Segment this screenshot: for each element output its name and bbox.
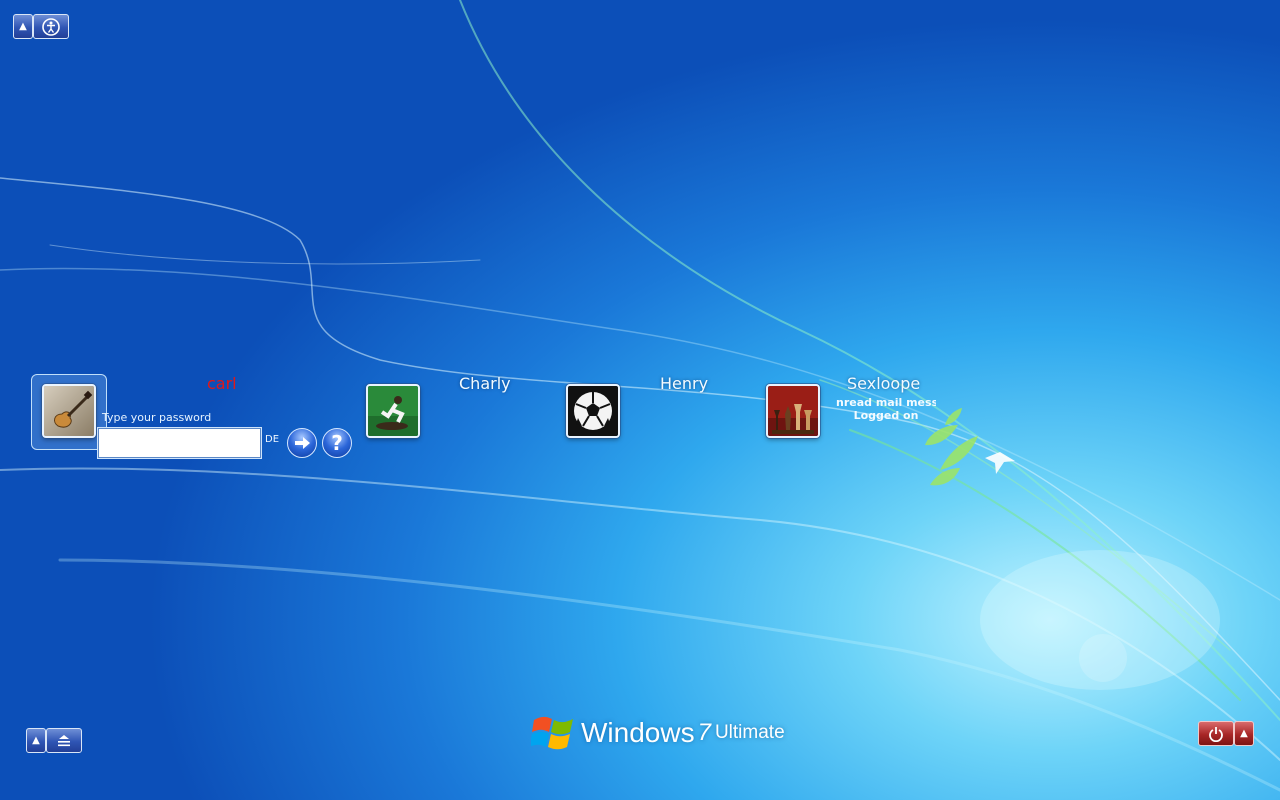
ease-of-access-button[interactable] <box>33 14 69 39</box>
guitar-picture <box>44 386 94 436</box>
windows-logo: Windows 7 Ultimate <box>531 709 791 757</box>
user-tile-henry[interactable] <box>566 384 620 438</box>
question-mark-icon: ? <box>331 431 343 455</box>
user-tile-sexloope[interactable] <box>766 384 820 438</box>
submit-button[interactable] <box>287 428 317 458</box>
skateboarder-picture <box>368 386 418 436</box>
user-unread-mail-status: nread mail messa <box>836 396 936 409</box>
menu-icon <box>58 734 70 746</box>
chevron-up-icon: ▲ <box>19 21 27 32</box>
bottom-left-expand-button[interactable]: ▲ <box>26 728 46 753</box>
wallpaper-swirls <box>0 0 1280 792</box>
shutdown-button[interactable] <box>1198 721 1234 746</box>
user-name-charly: Charly <box>459 374 511 393</box>
windows-flag-icon <box>531 716 573 750</box>
logo-edition: Ultimate <box>714 722 785 743</box>
user-tile-charly[interactable] <box>366 384 420 438</box>
user-logged-on-status: Logged on <box>853 409 919 422</box>
user-name-henry: Henry <box>660 374 709 393</box>
user-name-carl: carl <box>207 374 237 393</box>
bird-decoration <box>985 452 1015 474</box>
soccer-ball-picture <box>568 386 618 436</box>
password-label: Type your password <box>102 411 212 424</box>
ease-of-access-control[interactable]: ▲ <box>13 14 69 39</box>
user-name-sexloope: Sexloope <box>847 374 921 393</box>
menu-button[interactable] <box>46 728 82 753</box>
logo-version: 7 <box>697 719 711 746</box>
chess-picture <box>768 386 818 436</box>
user-tile-carl[interactable] <box>42 384 96 438</box>
shutdown-control[interactable]: ▲ <box>1198 721 1254 746</box>
logo-brand: Windows <box>581 717 695 748</box>
ease-of-access-icon <box>42 17 60 36</box>
password-input[interactable] <box>97 427 262 459</box>
chevron-up-icon: ▲ <box>1240 728 1248 739</box>
arrow-right-icon <box>295 437 310 449</box>
chevron-up-icon: ▲ <box>32 735 40 746</box>
shutdown-options-button[interactable]: ▲ <box>1234 721 1254 746</box>
ease-of-access-expand-button[interactable]: ▲ <box>13 14 33 39</box>
bottom-left-control[interactable]: ▲ <box>26 728 82 753</box>
keyboard-language-indicator[interactable]: DE <box>265 434 279 445</box>
password-hint-button[interactable]: ? <box>322 428 352 458</box>
power-icon <box>1209 726 1223 742</box>
